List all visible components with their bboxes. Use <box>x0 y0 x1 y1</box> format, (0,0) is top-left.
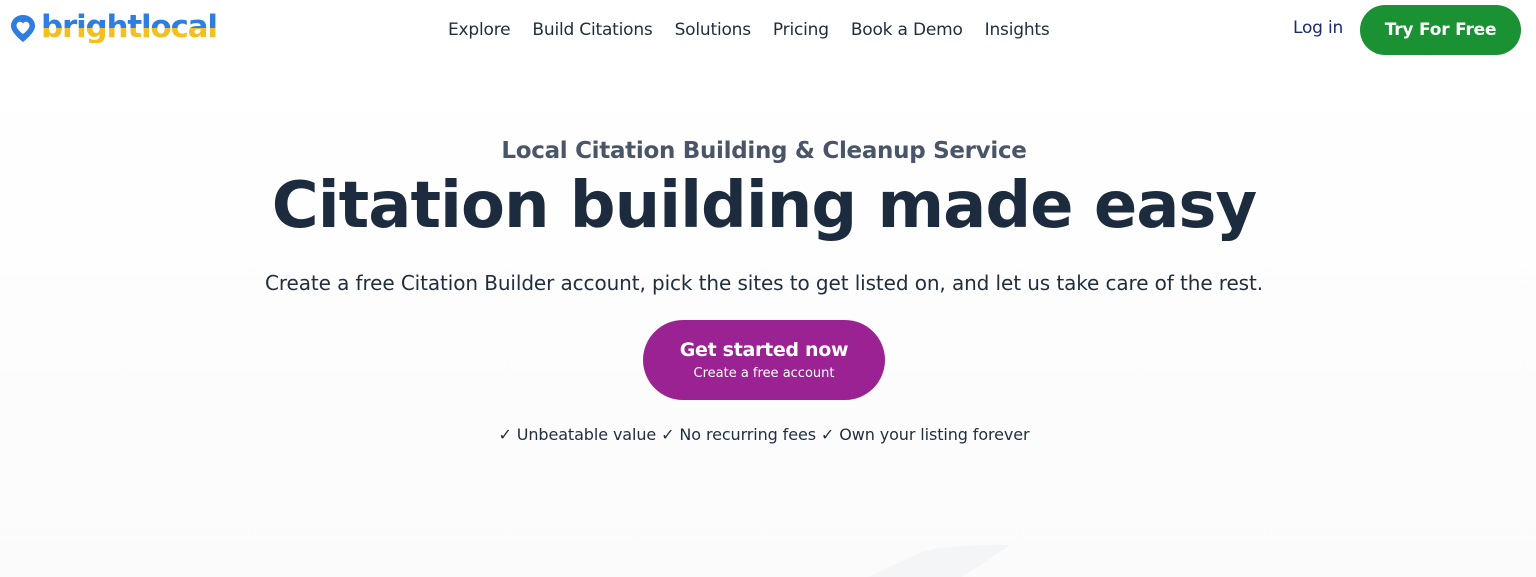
nav-insights[interactable]: Insights <box>975 18 1060 42</box>
benefits-list: ✓ Unbeatable value ✓ No recurring fees ✓… <box>498 425 1030 444</box>
nav-pricing[interactable]: Pricing <box>763 18 839 42</box>
try-for-free-button[interactable]: Try For Free <box>1360 5 1521 55</box>
nav-explore[interactable]: Explore <box>438 18 520 42</box>
login-link[interactable]: Log in <box>1293 18 1343 38</box>
logo-wordmark: brightlocal <box>41 8 218 45</box>
hero-section: Local Citation Building & Cleanup Servic… <box>0 62 1536 577</box>
nav-book-a-demo[interactable]: Book a Demo <box>841 18 973 42</box>
site-header: brightlocal Explore Build Citations Solu… <box>0 0 1536 62</box>
decorative-shape <box>867 545 1010 577</box>
nav-build-citations[interactable]: Build Citations <box>522 18 662 42</box>
hero-eyebrow: Local Citation Building & Cleanup Servic… <box>501 138 1027 164</box>
nav-solutions[interactable]: Solutions <box>665 18 761 42</box>
hero-subtext: Create a free Citation Builder account, … <box>265 271 1263 295</box>
main-nav: Explore Build Citations Solutions Pricin… <box>438 18 1062 42</box>
hero-headline: Citation building made easy <box>271 169 1257 243</box>
page: brightlocal Explore Build Citations Solu… <box>0 0 1536 577</box>
map-pin-heart-icon <box>11 15 35 42</box>
get-started-button[interactable]: Get started now Create a free account <box>643 320 885 400</box>
create-account-label: Create a free account <box>693 365 835 381</box>
brightlocal-logo[interactable]: brightlocal <box>8 8 218 50</box>
get-started-label: Get started now <box>679 338 849 361</box>
